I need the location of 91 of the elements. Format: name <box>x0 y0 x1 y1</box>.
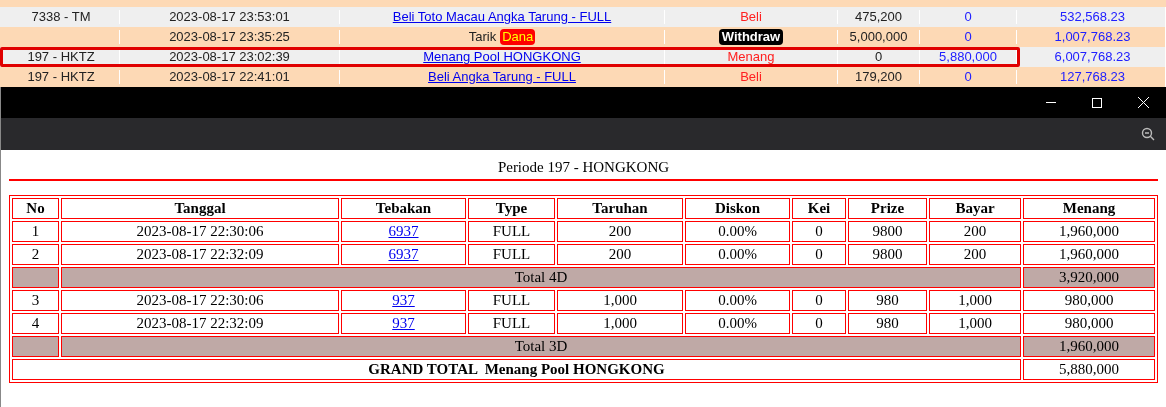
win-amount: 0 <box>964 69 972 85</box>
amount: 0 <box>874 49 883 65</box>
win-amount: 980,000 <box>1023 290 1155 311</box>
column-header: No <box>12 198 59 219</box>
dana-badge: Dana <box>500 29 536 45</box>
subtotal-blank-cell <box>12 267 59 288</box>
discount: 0.00% <box>685 244 790 265</box>
subtotal-blank-cell <box>12 336 59 357</box>
bet-date: 2023-08-17 22:30:06 <box>61 290 339 311</box>
balance: 1,007,768.23 <box>1054 29 1131 45</box>
stake: 1,000 <box>557 290 683 311</box>
discount: 0.00% <box>685 313 790 334</box>
win-amount: 5,880,000 <box>939 49 997 65</box>
amount: 475,200 <box>855 9 902 25</box>
kei: 0 <box>792 290 846 311</box>
amount: 179,200 <box>855 69 902 85</box>
stake: 200 <box>557 244 683 265</box>
win-amount: 1,960,000 <box>1023 244 1155 265</box>
bet-date: 2023-08-17 22:32:09 <box>61 313 339 334</box>
zoom-out-icon <box>1141 127 1155 141</box>
description-text: Tarik <box>468 29 497 45</box>
grand-total-label: GRAND TOTAL Menang Pool HONGKONG <box>12 359 1021 380</box>
bet-type: FULL <box>468 221 555 242</box>
column-header: Kei <box>792 198 846 219</box>
transaction-type: Beli <box>740 9 762 25</box>
prize: 9800 <box>848 244 927 265</box>
win-amount: 1,960,000 <box>1023 221 1155 242</box>
discount: 0.00% <box>685 221 790 242</box>
win-amount: 980,000 <box>1023 313 1155 334</box>
payment: 1,000 <box>929 313 1021 334</box>
column-header: Diskon <box>685 198 790 219</box>
withdraw-badge: Withdraw <box>718 29 784 45</box>
close-icon <box>1137 97 1149 108</box>
balance: 532,568.23 <box>1059 9 1126 25</box>
kei: 0 <box>792 313 846 334</box>
prize: 9800 <box>848 221 927 242</box>
transaction-code: 197 - HKTZ <box>27 69 95 85</box>
win-amount: 0 <box>964 29 972 45</box>
kei: 0 <box>792 244 846 265</box>
transaction-type: Menang <box>727 49 775 65</box>
balance: 6,007,768.23 <box>1054 49 1131 65</box>
amount: 5,000,000 <box>849 29 908 45</box>
balance: 127,768.23 <box>1059 69 1126 85</box>
row-number: 4 <box>12 313 59 334</box>
transaction-code: 7338 - TM <box>31 9 91 25</box>
column-header: Bayar <box>929 198 1021 219</box>
guess-number[interactable]: 6937 <box>341 221 466 242</box>
grand-total-value: 5,880,000 <box>1023 359 1155 380</box>
description-link[interactable]: Beli Toto Macau Angka Tarung - FULL <box>392 9 612 25</box>
kei: 0 <box>792 221 846 242</box>
row-number: 1 <box>12 221 59 242</box>
transaction-code: 197 - HKTZ <box>27 49 95 65</box>
column-header: Prize <box>848 198 927 219</box>
row-number: 2 <box>12 244 59 265</box>
column-header: Tanggal <box>61 198 339 219</box>
description-link[interactable]: Beli Angka Tarung - FULL <box>428 69 576 85</box>
payment: 200 <box>929 221 1021 242</box>
transaction-type: Beli <box>740 69 762 85</box>
maximize-icon <box>1092 97 1102 108</box>
guess-number[interactable]: 6937 <box>341 244 466 265</box>
column-header: Tebakan <box>341 198 466 219</box>
transaction-date: 2023-08-17 23:02:39 <box>169 49 290 65</box>
subtotal-label: Total 3D <box>61 336 1021 357</box>
transaction-date: 2023-08-17 23:35:25 <box>169 29 290 45</box>
bet-date: 2023-08-17 22:30:06 <box>61 221 339 242</box>
column-header: Taruhan <box>557 198 683 219</box>
subtotal-label: Total 4D <box>61 267 1021 288</box>
subtotal-value: 3,920,000 <box>1023 267 1155 288</box>
payment: 200 <box>929 244 1021 265</box>
stake: 1,000 <box>557 313 683 334</box>
stake: 200 <box>557 221 683 242</box>
bet-date: 2023-08-17 22:32:09 <box>61 244 339 265</box>
prize: 980 <box>848 290 927 311</box>
prize: 980 <box>848 313 927 334</box>
bet-type: FULL <box>468 313 555 334</box>
guess-number[interactable]: 937 <box>341 290 466 311</box>
transaction-date: 2023-08-17 23:53:01 <box>169 9 290 25</box>
column-header: Type <box>468 198 555 219</box>
discount: 0.00% <box>685 290 790 311</box>
win-amount: 0 <box>964 9 972 25</box>
minimize-icon <box>1046 102 1056 103</box>
transaction-date: 2023-08-17 22:41:01 <box>169 69 290 85</box>
subtotal-value: 1,960,000 <box>1023 336 1155 357</box>
period-title: Periode 197 - HONGKONG <box>497 159 670 175</box>
description-link[interactable]: Menang Pool HONGKONG <box>423 49 581 65</box>
bet-type: FULL <box>468 290 555 311</box>
payment: 1,000 <box>929 290 1021 311</box>
column-header: Menang <box>1023 198 1155 219</box>
row-number: 3 <box>12 290 59 311</box>
guess-number[interactable]: 937 <box>341 313 466 334</box>
bet-type: FULL <box>468 244 555 265</box>
